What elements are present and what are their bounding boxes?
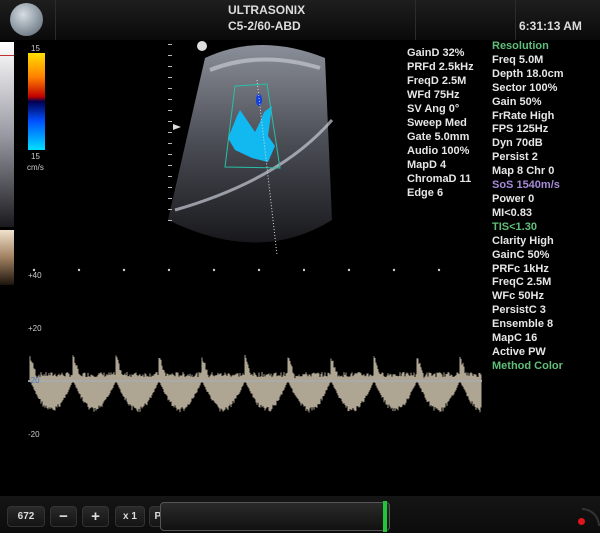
scale-baseline: -20 [28,376,40,385]
grayscale-bar [0,42,14,227]
probe-preset: C5-2/60-ABD [228,19,301,33]
param-mapd: MapD 4 [407,159,447,171]
imaging-param: WFc 50Hz [492,290,544,303]
imaging-param: SoS 1540m/s [492,179,560,192]
param-audio: Audio 100% [407,145,470,157]
spectral-waveform [29,355,482,413]
color-bar-bottom-label: 15 [31,152,40,161]
scale-plus-20: +20 [28,324,42,333]
imaging-param: MapC 16 [492,332,538,345]
param-freqd: FreqD 2.5M [407,75,467,87]
imaging-param: PRFc 1kHz [492,262,549,275]
imaging-param: FPS 125Hz [492,123,549,136]
imaging-param: Power 0 [492,192,535,205]
imaging-param: Ensemble 8 [492,318,554,331]
color-bar-top-label: 15 [31,44,40,53]
zoom-factor-button[interactable]: x 1 [115,506,145,527]
scale-minus-20: -20 [28,430,40,439]
decrease-button[interactable]: − [50,506,77,527]
cine-slider[interactable] [160,501,390,532]
param-wfd: WFd 75Hz [407,89,460,101]
imaging-param: PersistC 3 [492,304,546,317]
bmode-image[interactable] [160,40,340,262]
doppler-spectrum[interactable] [0,262,490,462]
clock: 6:31:13 AM [519,19,582,33]
imaging-params: Resolution Freq 5.0M Depth 18.0cm Sector 10… [492,40,564,374]
scale-plus-40: +40 [28,271,42,280]
param-edge: Edge 6 [407,187,444,199]
imaging-param: Gain 50% [492,95,542,108]
imaging-param: Map 8 Chr 0 [492,165,555,178]
imaging-param: FrRate High [492,109,555,122]
cine-position-marker[interactable] [382,501,387,532]
imaging-param: MI<0.83 [492,206,533,219]
ultrasonix-logo-icon[interactable] [10,3,43,36]
orientation-marker [197,41,207,51]
imaging-param: Dyn 70dB [492,137,543,150]
param-sv-angle: SV Ang 0° [407,103,460,115]
param-prfd: PRFd 2.5kHz [407,61,474,73]
imaging-param: Depth 18.0cm [492,67,564,80]
depth-scale [168,44,172,229]
imaging-param: Clarity High [492,234,554,247]
imaging-param: TIS<1.30 [492,220,537,233]
param-gate: Gate 5.0mm [407,131,470,143]
color-velocity-bar [28,53,45,150]
frame-counter-button[interactable]: 672 [7,506,45,527]
imaging-param: Persist 2 [492,151,538,164]
imaging-param: FreqC 2.5M [492,276,552,289]
doppler-params: GainD 32% PRFd 2.5kHz FreqD 2.5M WFd 75H… [407,46,474,200]
imaging-param: Active PW [492,345,546,358]
increase-button[interactable]: + [82,506,109,527]
param-sweep: Sweep Med [407,117,467,129]
param-gaind: GainD 32% [407,47,465,59]
imaging-param: Resolution [492,40,549,52]
header-bar: ULTRASONIX C5-2/60-ABD 6:31:13 AM [0,0,600,40]
imaging-param: GainC 50% [492,248,550,261]
imaging-param: Method Color [492,359,563,372]
gray-marker [0,55,14,56]
color-bar-unit: cm/s [27,163,44,172]
imaging-param: Sector 100% [492,81,558,94]
param-chromad: ChromaD 11 [407,173,472,185]
imaging-param: Freq 5.0M [492,53,544,66]
brand-title: ULTRASONIX [228,3,306,17]
